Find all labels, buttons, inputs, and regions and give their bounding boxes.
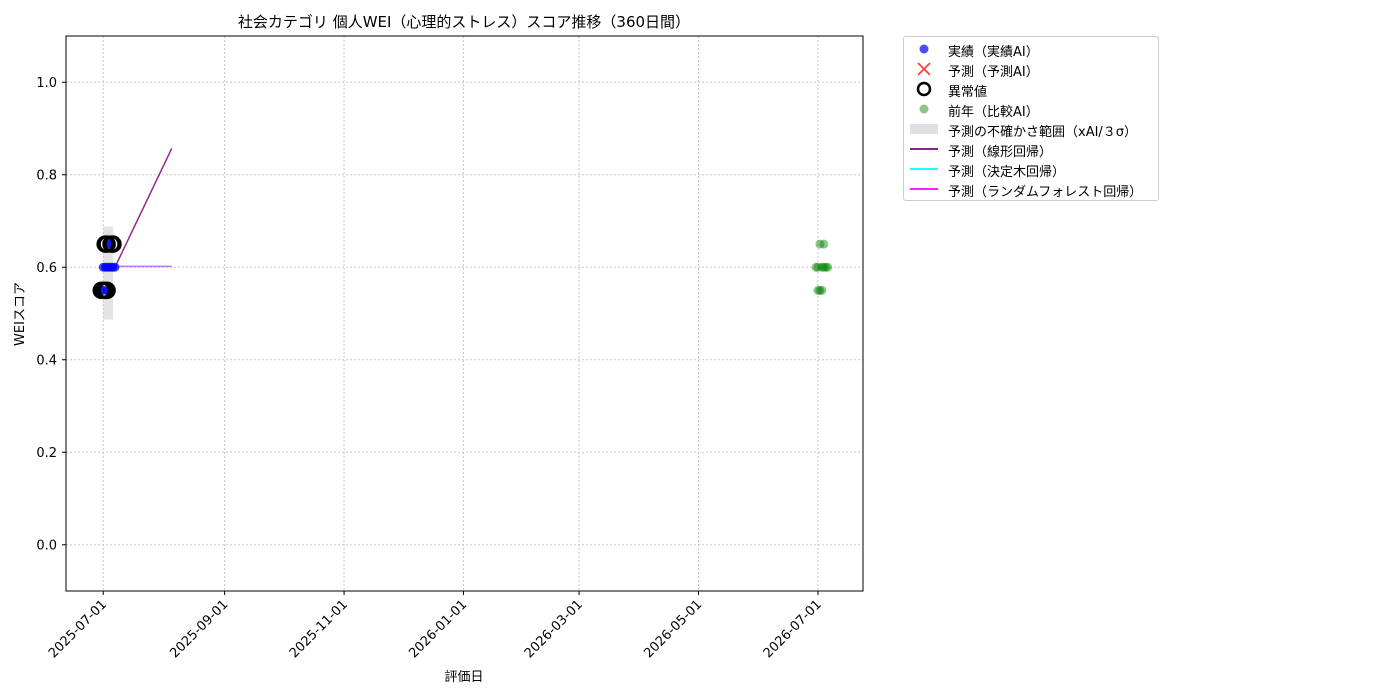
legend-symbol [906, 39, 942, 59]
legend-label: 異常値 [948, 85, 988, 100]
legend-label: 予測（ランダムフォレスト回帰） [948, 185, 1143, 200]
legend-label: 予測（決定木回帰） [948, 165, 1066, 180]
legend-symbol [906, 179, 942, 199]
previous-year-point [823, 262, 833, 272]
legend-marker [917, 62, 931, 76]
legend-item: 予測（線形回帰） [904, 139, 1160, 160]
legend-label: 実績（実績AI） [948, 45, 1039, 60]
legend-symbol [906, 99, 942, 119]
legend-symbol [906, 139, 942, 159]
legend-marker [919, 44, 929, 54]
legend-label: 予測の不確かさ範囲（xAI/３σ） [948, 125, 1138, 140]
legend-item: 予測（決定木回帰） [904, 159, 1160, 180]
previous-year-point [819, 239, 829, 249]
legend-item: 予測（ランダムフォレスト回帰） [904, 179, 1160, 200]
chart-background [0, 0, 1400, 700]
y-tick-label: 0.4 [36, 353, 57, 368]
legend-label: 予測（線形回帰） [948, 145, 1053, 160]
legend-label: 前年（比較AI） [948, 105, 1039, 120]
legend-symbol [906, 79, 942, 99]
y-tick-label: 0.8 [36, 168, 57, 183]
legend-marker [916, 81, 932, 97]
y-axis-label: WEIスコア [13, 282, 28, 346]
legend-symbol [906, 119, 942, 139]
legend-item: 予測（予測AI） [904, 59, 1160, 80]
legend-symbol [906, 159, 942, 179]
y-tick-label: 0.2 [36, 446, 57, 461]
legend-symbol [906, 59, 942, 79]
y-tick-label: 0.0 [36, 538, 57, 553]
y-tick-label: 0.6 [36, 261, 57, 276]
legend-label: 予測（予測AI） [948, 65, 1039, 80]
legend: 実績（実績AI） 予測（予測AI） 異常値前年（比較AI） 予測の不確かさ範囲（xAI… [903, 36, 1159, 201]
legend-item: 異常値 [904, 79, 1160, 100]
actual-point [110, 262, 120, 272]
x-axis-label: 評価日 [444, 670, 483, 685]
legend-marker [919, 104, 929, 114]
chart-title: 社会カテゴリ 個人WEI（心理的ストレス）スコア推移（360日間） [238, 13, 690, 31]
legend-item: 前年（比較AI） [904, 99, 1160, 120]
previous-year-point [817, 285, 827, 295]
chart: 社会カテゴリ 個人WEI（心理的ストレス）スコア推移（360日間） 0.0 0.2… [0, 0, 1400, 700]
legend-item: 予測の不確かさ範囲（xAI/３σ） [904, 119, 1160, 140]
legend-item: 実績（実績AI） [904, 39, 1160, 60]
legend-marker [910, 124, 938, 134]
y-tick-label: 1.0 [36, 76, 57, 91]
